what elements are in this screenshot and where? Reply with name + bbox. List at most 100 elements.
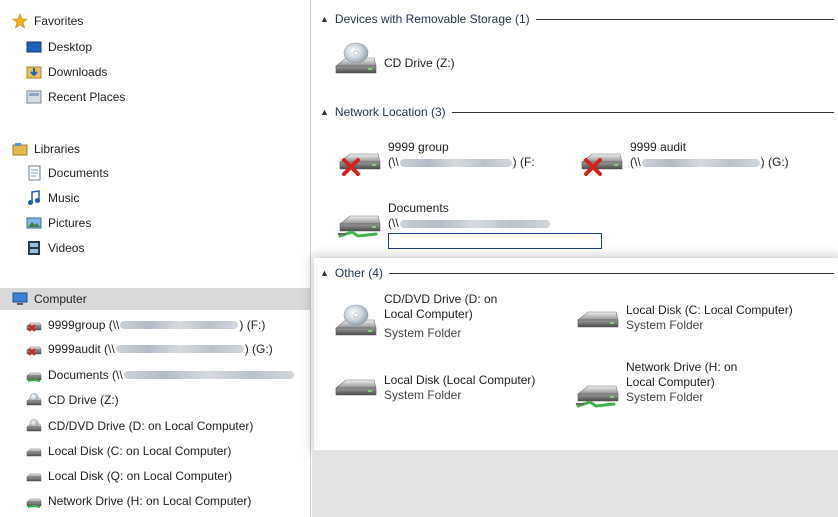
nav-computer-label: Computer [34, 292, 87, 306]
nav-item-label: Recent Places [48, 90, 126, 104]
group-header-label: Network Location (3) [334, 105, 446, 119]
drive-name: CD Drive (Z:) [384, 56, 455, 70]
nav-item-label: Downloads [48, 65, 108, 79]
documents-icon [28, 165, 41, 181]
nav-item-documents[interactable]: Documents [0, 162, 109, 184]
recent-places-icon [26, 90, 42, 104]
group-header-network[interactable]: ▲ Network Location (3) [320, 103, 838, 121]
drive-name: Local Disk (Local Computer) [384, 373, 536, 387]
drive-item-documents-network[interactable]: Documents (\\ [336, 198, 602, 249]
nav-item-label: Local Disk (C: on Local Computer) [48, 444, 232, 458]
group-panel-other [314, 258, 838, 450]
nav-item-network-drive-h[interactable]: Network Drive (H: on Local Computer) [0, 490, 251, 512]
drive-path-prefix: (\\ [388, 155, 399, 169]
nav-item-desktop[interactable]: Desktop [0, 36, 92, 58]
drive-item-local-disk-c[interactable]: Local Disk (C: Local Computer) System Fo… [574, 294, 793, 334]
content-pane: ▲ Devices with Removable Storage (1) CD … [312, 0, 838, 517]
drive-item-local-disk[interactable]: Local Disk (Local Computer) System Folde… [332, 362, 535, 403]
hard-drive-icon [26, 448, 42, 457]
nav-item-local-disk-q[interactable]: Local Disk (Q: on Local Computer) [0, 465, 232, 487]
collapse-arrow-icon[interactable]: ▲ [320, 107, 329, 117]
nav-favorites[interactable]: Favorites [0, 10, 83, 32]
drive-item-text: Documents (\\ [388, 201, 602, 249]
hard-drive-icon [335, 379, 377, 396]
drive-name: Documents [388, 201, 449, 215]
nav-item-9999audit[interactable]: 9999audit (\\ ) (G:) [0, 338, 273, 360]
nav-item-music[interactable]: Music [0, 187, 79, 209]
drive-item-cd-dvd-drive-d[interactable]: CD/DVD Drive (D: on Local Computer) Syst… [332, 292, 497, 342]
nav-item-label-suffix: ) (G:) [244, 342, 273, 356]
drive-item-9999audit[interactable]: 9999 audit (\\) (G:) [578, 136, 789, 176]
nav-favorites-label: Favorites [34, 14, 84, 28]
network-drive-icon [26, 372, 42, 382]
nav-item-label: Network Drive (H: on Local Computer) [48, 494, 252, 508]
drive-type: System Folder [384, 326, 462, 340]
rename-field[interactable] [388, 233, 602, 249]
drive-name-line1: CD/DVD Drive (D: on [384, 292, 498, 306]
nav-item-label: Local Disk (Q: on Local Computer) [48, 469, 233, 483]
redacted-path [641, 158, 760, 167]
collapse-arrow-icon[interactable]: ▲ [320, 268, 329, 278]
nav-item-cd-dvd-drive-d[interactable]: CD/DVD Drive (D: on Local Computer) [0, 415, 253, 437]
cd-drive-icon [335, 304, 377, 336]
nav-item-videos[interactable]: Videos [0, 237, 84, 259]
drive-name: 9999 audit [630, 140, 687, 154]
cd-drive-icon [26, 419, 42, 432]
nav-item-pictures[interactable]: Pictures [0, 212, 91, 234]
desktop-icon [26, 41, 42, 53]
nav-item-label: Documents [48, 166, 109, 180]
drive-type: System Folder [626, 318, 704, 332]
disconnected-network-drive-icon [339, 153, 381, 176]
network-drive-icon [574, 385, 619, 408]
group-header-removable[interactable]: ▲ Devices with Removable Storage (1) [320, 10, 838, 28]
nav-item-label: CD Drive (Z:) [48, 393, 119, 407]
drive-path-suffix: ) (G:) [760, 155, 789, 169]
drive-item-network-drive-h[interactable]: Network Drive (H: on Local Computer) Sys… [574, 360, 737, 408]
drive-item-text: Local Disk (Local Computer) System Folde… [384, 373, 535, 403]
nav-item-label: Music [48, 191, 80, 205]
nav-item-documents-network[interactable]: Documents (\\ [0, 364, 295, 386]
drive-item-text: Network Drive (H: on Local Computer) Sys… [626, 360, 737, 405]
nav-item-label: 9999audit (\\ [48, 342, 115, 356]
nav-computer[interactable]: Computer [0, 288, 310, 310]
downloads-folder-icon [26, 66, 42, 79]
nav-item-label-suffix: ) (F:) [239, 318, 266, 332]
nav-item-downloads[interactable]: Downloads [0, 61, 107, 83]
redacted-path [120, 321, 239, 329]
drive-name: Local Disk (C: Local Computer) [626, 303, 793, 317]
drive-type: System Folder [384, 388, 462, 402]
redacted-path [123, 371, 294, 379]
disconnected-network-drive-icon [26, 346, 42, 356]
nav-item-cd-drive-z[interactable]: CD Drive (Z:) [0, 389, 119, 411]
drive-item-text: Local Disk (C: Local Computer) System Fo… [626, 303, 793, 333]
group-divider [451, 111, 834, 113]
drive-item-text: 9999 group (\\) (F: [388, 140, 535, 170]
collapse-arrow-icon[interactable]: ▲ [320, 14, 329, 24]
dimmed-area [312, 450, 838, 517]
computer-icon [12, 292, 28, 305]
nav-item-label: Pictures [48, 216, 92, 230]
drive-name-line1: Network Drive (H: on [626, 360, 738, 374]
nav-libraries[interactable]: Libraries [0, 138, 80, 160]
drive-item-9999group[interactable]: 9999 group (\\) (F: [336, 136, 535, 176]
redacted-path [399, 219, 550, 228]
group-header-label: Devices with Removable Storage (1) [334, 12, 530, 26]
nav-item-label: Documents (\\ [48, 368, 123, 382]
nav-item-local-disk-c[interactable]: Local Disk (C: on Local Computer) [0, 440, 231, 462]
nav-item-recent-places[interactable]: Recent Places [0, 86, 125, 108]
network-drive-icon [336, 215, 381, 238]
disconnected-network-drive-icon [26, 322, 42, 332]
group-divider [535, 18, 834, 20]
redacted-path [399, 158, 512, 167]
cd-drive-icon [26, 393, 42, 406]
star-icon [12, 13, 28, 29]
hard-drive-icon [26, 473, 42, 482]
nav-item-9999group[interactable]: 9999group (\\) (F:) [0, 314, 265, 336]
drive-name-line2: Local Computer) [626, 375, 715, 389]
group-divider [388, 272, 834, 274]
drive-item-text: CD/DVD Drive (D: on Local Computer) Syst… [384, 292, 497, 341]
nav-libraries-label: Libraries [34, 142, 81, 156]
drive-item-cd-drive-z[interactable]: CD Drive (Z:) [332, 40, 455, 80]
disconnected-network-drive-icon [581, 153, 623, 176]
group-header-other[interactable]: ▲ Other (4) [320, 264, 838, 282]
